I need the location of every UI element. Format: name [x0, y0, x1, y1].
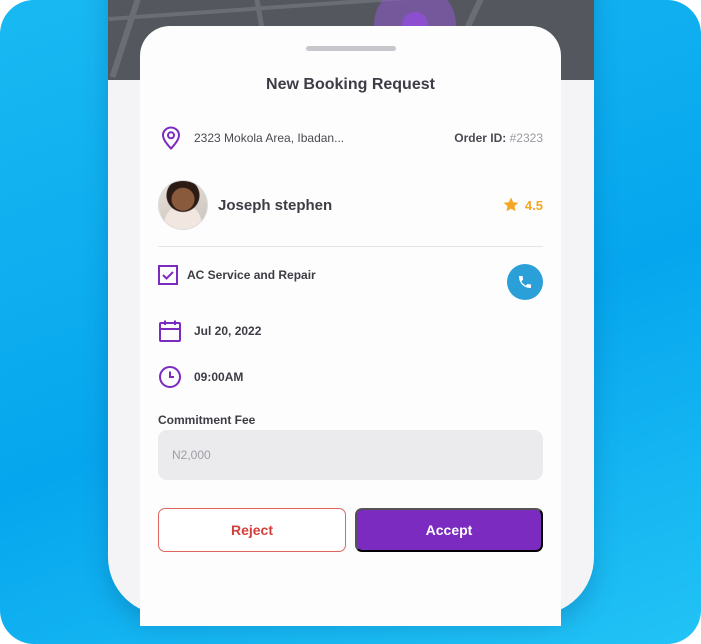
order-id: Order ID: #2323	[454, 131, 543, 145]
sheet-title: New Booking Request	[266, 76, 435, 93]
customer-name: Joseph stephen	[218, 197, 333, 214]
phone-icon	[517, 274, 533, 290]
call-button[interactable]	[507, 264, 543, 300]
customer-avatar	[158, 180, 208, 230]
booking-time: 09:00AM	[194, 370, 244, 384]
time-row: 09:00AM	[158, 365, 243, 389]
order-id-label: Order ID:	[454, 131, 507, 145]
calendar-icon	[158, 319, 182, 343]
commitment-fee-label: Commitment Fee	[158, 413, 256, 427]
location-pin-icon	[160, 126, 182, 150]
address-row: 2323 Mokola Area, Ibadan...	[160, 126, 344, 150]
service-name: AC Service and Repair	[187, 268, 316, 282]
divider	[158, 246, 543, 247]
sheet-drag-handle[interactable]	[306, 46, 396, 51]
booking-date: Jul 20, 2022	[194, 324, 262, 338]
service-row: AC Service and Repair	[158, 264, 316, 286]
reject-button[interactable]: Reject	[158, 508, 346, 552]
rating-value: 4.5	[524, 197, 543, 213]
order-id-value: #2323	[509, 131, 543, 145]
booking-request-sheet: New Booking Request 2323 Mokola Area, Ib…	[140, 26, 561, 626]
accept-button[interactable]: Accept	[355, 508, 543, 552]
clock-icon	[158, 365, 182, 389]
customer-rating: 4.5	[502, 196, 543, 214]
star-icon	[502, 196, 520, 214]
checkbox-icon	[158, 264, 178, 286]
commitment-fee-field[interactable]: N2,000	[158, 430, 543, 480]
address-text: 2323 Mokola Area, Ibadan...	[194, 131, 345, 145]
date-row: Jul 20, 2022	[158, 319, 261, 343]
